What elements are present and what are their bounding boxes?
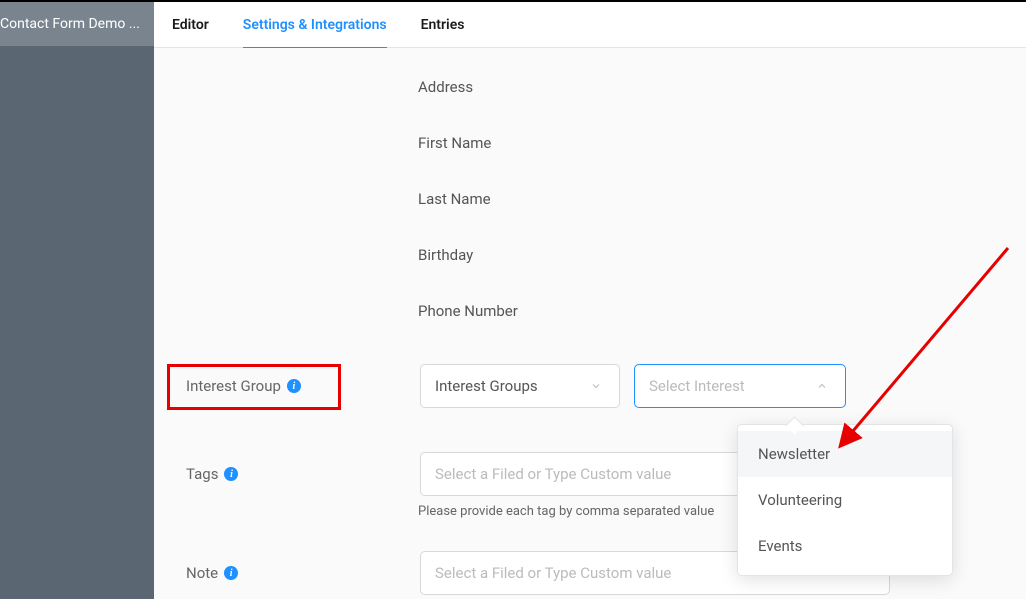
tags-placeholder: Select a Filed or Type Custom value <box>435 465 671 483</box>
interest-group-select[interactable]: Interest Groups <box>420 364 620 408</box>
field-address[interactable]: Address <box>418 78 1026 96</box>
main-pane: Editor Settings & Integrations Entries A… <box>154 2 1026 599</box>
interest-option-newsletter[interactable]: Newsletter <box>738 431 952 477</box>
interest-option-events[interactable]: Events <box>738 523 952 569</box>
sidebar: Contact Form Demo ... <box>0 2 154 599</box>
info-icon[interactable]: i <box>287 379 301 393</box>
tab-bar: Editor Settings & Integrations Entries <box>154 2 1026 48</box>
interest-options-dropdown: Newsletter Volunteering Events <box>737 424 953 576</box>
select-interest-select[interactable]: Select Interest <box>634 364 846 408</box>
select-interest-placeholder: Select Interest <box>649 377 745 395</box>
note-label-text: Note <box>186 564 218 582</box>
field-birthday[interactable]: Birthday <box>418 246 1026 264</box>
note-label: Note i <box>186 564 406 582</box>
field-last-name[interactable]: Last Name <box>418 190 1026 208</box>
tags-label-text: Tags <box>186 465 218 483</box>
interest-group-select-value: Interest Groups <box>435 377 538 395</box>
field-phone-number[interactable]: Phone Number <box>418 302 1026 320</box>
app-root: Contact Form Demo ... Editor Settings & … <box>0 0 1026 599</box>
info-icon[interactable]: i <box>224 467 238 481</box>
tab-editor[interactable]: Editor <box>172 2 209 48</box>
mapped-fields-list: Address First Name Last Name Birthday Ph… <box>418 78 1026 320</box>
chevron-up-icon <box>813 377 831 395</box>
interest-option-volunteering[interactable]: Volunteering <box>738 477 952 523</box>
sidebar-form-title[interactable]: Contact Form Demo ... <box>0 2 154 46</box>
tab-settings-integrations[interactable]: Settings & Integrations <box>243 2 387 48</box>
note-placeholder: Select a Filed or Type Custom value <box>435 564 671 582</box>
info-icon[interactable]: i <box>224 566 238 580</box>
chevron-down-icon <box>587 377 605 395</box>
interest-group-label: Interest Group i <box>186 377 406 395</box>
interest-group-row: Interest Group i Interest Groups Select … <box>186 364 1026 408</box>
content-area: Address First Name Last Name Birthday Ph… <box>154 48 1026 599</box>
interest-group-label-text: Interest Group <box>186 377 281 395</box>
tab-entries[interactable]: Entries <box>421 2 465 48</box>
field-first-name[interactable]: First Name <box>418 134 1026 152</box>
tags-label: Tags i <box>186 465 406 483</box>
